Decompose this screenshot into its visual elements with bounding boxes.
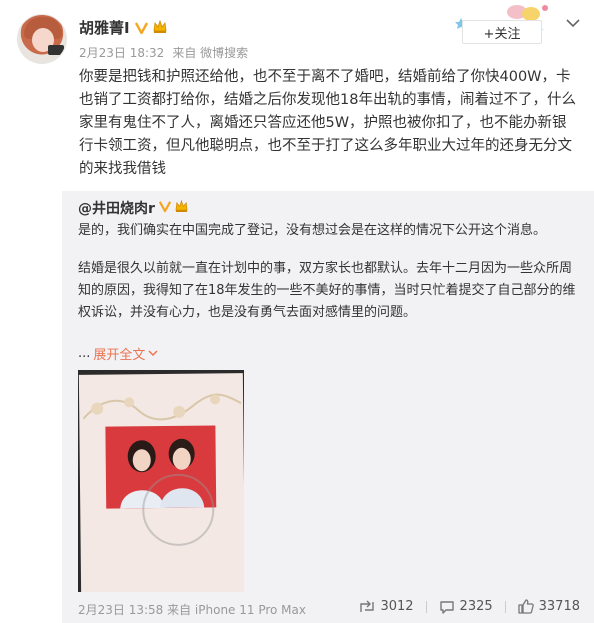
divider [425,600,427,613]
expand-dots: ... [78,346,91,361]
official-seal [141,473,215,547]
share-icon [360,600,375,612]
repost-footer: 2月23日 13:58 来自 iPhone 11 Pro Max [78,603,306,617]
repost-author[interactable]: @井田烧肉r [78,198,155,218]
thumbs-up-icon [517,599,534,614]
action-bar: 3012 2325 33718 [359,599,580,614]
post-source[interactable]: 微博搜索 [200,46,248,60]
repost-paragraph-2: 结婚是很久以前就一直在计划中的事，双方家长也都默认。去年十二月因为一些众所周知的… [78,261,576,320]
crown-icon [175,199,188,216]
repost-button[interactable]: 3012 [359,599,414,614]
avatar[interactable] [17,14,67,64]
crown-icon [153,18,167,37]
follow-label: +关注 [483,26,521,42]
expand-label: 展开全文 [93,348,146,363]
comment-icon [439,600,454,614]
expand-full-text-link[interactable]: ... 展开全文 [78,344,158,363]
comment-button[interactable]: 2325 [439,599,493,614]
like-button[interactable]: 33718 [517,599,580,614]
like-count: 33718 [538,599,580,614]
username[interactable]: 胡雅菁I [79,17,130,38]
weibo-post: 胡雅菁I 2月23日 18:32 来自 微博搜索 +关注 你要是把钱和护照还给他… [0,0,594,190]
chevron-down-icon [148,350,158,357]
chevron-down-icon[interactable] [566,18,580,28]
post-text: 你要是把钱和护照还给他，也不至于离不了婚吧，结婚前给了你快400W，卡也销了工资… [79,69,576,177]
user-row: 胡雅菁I [79,16,167,38]
attached-photo[interactable] [78,370,244,592]
vip-icon [134,20,149,35]
repost-paragraph-1: 是的，我们确实在中国完成了登记，没有想过会是在这样的情况下公开这个消息。 [78,223,547,238]
repost-author-row: @井田烧肉r [78,198,188,218]
post-meta: 2月23日 18:32 来自 微博搜索 [79,44,248,61]
vip-icon [158,199,172,217]
repost-card: @井田烧肉r 是的，我们确实在中国完成了登记，没有想过会是在这样的情况下公开这个… [62,191,594,623]
follow-button[interactable]: +关注 [462,20,542,44]
post-date[interactable]: 2月23日 18:32 [79,44,164,61]
source-prefix: 来自 [172,46,197,60]
divider [504,600,506,613]
floral-pattern [82,393,242,421]
comment-count: 2325 [459,599,493,614]
repost-count: 3012 [380,599,414,614]
